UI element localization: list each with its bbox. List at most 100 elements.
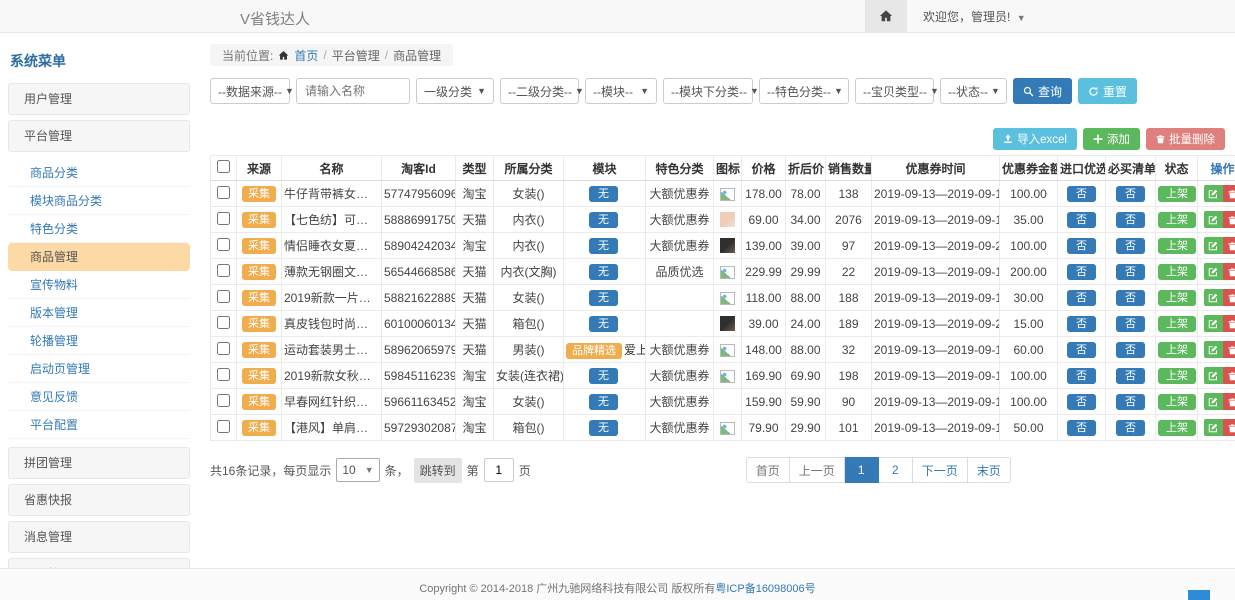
module-badge[interactable]: 无	[589, 290, 618, 306]
status-select[interactable]: --状态--▼	[940, 78, 1007, 104]
edit-button[interactable]	[1204, 263, 1223, 280]
sidebar-item-user-mgmt[interactable]: 用户管理	[8, 83, 190, 115]
module-badge[interactable]: 无	[589, 420, 618, 436]
breadcrumb-home-link[interactable]: 首页	[294, 47, 318, 64]
select-all-checkbox[interactable]	[217, 160, 230, 173]
module-badge[interactable]: 无	[589, 394, 618, 410]
must-buy-toggle[interactable]: 否	[1116, 264, 1145, 280]
delete-button[interactable]	[1223, 185, 1235, 202]
must-buy-toggle[interactable]: 否	[1116, 212, 1145, 228]
row-checkbox[interactable]	[217, 264, 230, 277]
module-badge[interactable]: 无	[589, 368, 618, 384]
module-badge[interactable]: 无	[589, 264, 618, 280]
edit-button[interactable]	[1204, 315, 1223, 332]
must-buy-toggle[interactable]: 否	[1116, 420, 1145, 436]
edit-button[interactable]	[1204, 185, 1223, 202]
prev-page-button[interactable]: 上一页	[790, 457, 845, 483]
imported-toggle[interactable]: 否	[1067, 264, 1096, 280]
imported-toggle[interactable]: 否	[1067, 212, 1096, 228]
must-buy-toggle[interactable]: 否	[1116, 316, 1145, 332]
status-button[interactable]: 上架	[1158, 264, 1196, 280]
row-checkbox[interactable]	[217, 290, 230, 303]
edit-button[interactable]	[1204, 237, 1223, 254]
module-badge[interactable]: 无	[589, 238, 618, 254]
delete-button[interactable]	[1223, 393, 1235, 410]
row-checkbox[interactable]	[217, 368, 230, 381]
row-checkbox[interactable]	[217, 186, 230, 199]
status-button[interactable]: 上架	[1158, 368, 1196, 384]
sidebar-item-goods-category[interactable]: 商品分类	[8, 159, 190, 187]
must-buy-toggle[interactable]: 否	[1116, 342, 1145, 358]
sidebar-item-promo-material[interactable]: 宣传物料	[8, 271, 190, 299]
sidebar-item-goods-mgmt[interactable]: 商品管理	[8, 243, 190, 271]
jump-page-input[interactable]	[484, 458, 514, 482]
row-checkbox[interactable]	[217, 238, 230, 251]
imported-toggle[interactable]: 否	[1067, 238, 1096, 254]
delete-button[interactable]	[1223, 211, 1235, 228]
edit-button[interactable]	[1204, 367, 1223, 384]
add-button[interactable]: 添加	[1083, 128, 1140, 150]
status-button[interactable]: 上架	[1158, 394, 1196, 410]
module-sub-select[interactable]: --模块下分类--▼	[663, 78, 753, 104]
status-button[interactable]: 上架	[1158, 316, 1196, 332]
page-1-button[interactable]: 1	[845, 457, 879, 483]
edit-button[interactable]	[1204, 289, 1223, 306]
feature-category-select[interactable]: --特色分类--▼	[759, 78, 849, 104]
sidebar-item-groupon-mgmt[interactable]: 拼团管理	[8, 447, 190, 479]
imported-toggle[interactable]: 否	[1067, 342, 1096, 358]
edit-button[interactable]	[1204, 419, 1223, 436]
module-badge[interactable]: 无	[589, 212, 618, 228]
must-buy-toggle[interactable]: 否	[1116, 290, 1145, 306]
back-to-top-button[interactable]	[1188, 590, 1210, 600]
must-buy-toggle[interactable]: 否	[1116, 238, 1145, 254]
must-buy-toggle[interactable]: 否	[1116, 186, 1145, 202]
page-size-select[interactable]: 10 ▼	[336, 458, 379, 482]
home-button[interactable]	[865, 0, 907, 32]
module-badge[interactable]: 无	[589, 186, 618, 202]
delete-button[interactable]	[1223, 419, 1235, 436]
imported-toggle[interactable]: 否	[1067, 420, 1096, 436]
imported-toggle[interactable]: 否	[1067, 368, 1096, 384]
module-select[interactable]: --模块--▼	[585, 78, 657, 104]
icp-link[interactable]: 粤ICP备16098006号	[715, 583, 815, 595]
sidebar-item-carousel-mgmt[interactable]: 轮播管理	[8, 327, 190, 355]
edit-button[interactable]	[1204, 341, 1223, 358]
batch-delete-button[interactable]: 批量删除	[1146, 128, 1225, 150]
row-checkbox[interactable]	[217, 342, 230, 355]
status-button[interactable]: 上架	[1158, 212, 1196, 228]
sidebar-item-splash-mgmt[interactable]: 启动页管理	[8, 355, 190, 383]
level1-category-select[interactable]: 一级分类▼	[416, 78, 494, 104]
imported-toggle[interactable]: 否	[1067, 394, 1096, 410]
last-page-button[interactable]: 末页	[968, 457, 1011, 483]
status-button[interactable]: 上架	[1158, 290, 1196, 306]
edit-button[interactable]	[1204, 393, 1223, 410]
user-menu[interactable]: 欢迎您，管理员! ▼	[907, 8, 1042, 25]
imported-toggle[interactable]: 否	[1067, 290, 1096, 306]
sidebar-item-module-goods-category[interactable]: 模块商品分类	[8, 187, 190, 215]
search-button[interactable]: 查询	[1013, 78, 1072, 104]
sidebar-item-order-mgmt[interactable]: 订单管理	[8, 558, 190, 568]
reset-button[interactable]: 重置	[1078, 78, 1137, 104]
status-button[interactable]: 上架	[1158, 342, 1196, 358]
next-page-button[interactable]: 下一页	[913, 457, 968, 483]
status-button[interactable]: 上架	[1158, 238, 1196, 254]
data-source-select[interactable]: --数据来源--▼	[210, 78, 290, 104]
delete-button[interactable]	[1223, 289, 1235, 306]
row-checkbox[interactable]	[217, 394, 230, 407]
row-checkbox[interactable]	[217, 316, 230, 329]
must-buy-toggle[interactable]: 否	[1116, 394, 1145, 410]
jump-button[interactable]: 跳转到	[414, 458, 462, 483]
page-2-button[interactable]: 2	[879, 457, 913, 483]
level2-category-select[interactable]: --二级分类--▼	[500, 78, 579, 104]
sidebar-item-platform-config[interactable]: 平台配置	[8, 411, 190, 439]
sidebar-item-feature-category[interactable]: 特色分类	[8, 215, 190, 243]
delete-button[interactable]	[1223, 263, 1235, 280]
imported-toggle[interactable]: 否	[1067, 316, 1096, 332]
sidebar-item-saving-news[interactable]: 省惠快报	[8, 484, 190, 516]
status-button[interactable]: 上架	[1158, 186, 1196, 202]
delete-button[interactable]	[1223, 315, 1235, 332]
sidebar-item-version-mgmt[interactable]: 版本管理	[8, 299, 190, 327]
row-checkbox[interactable]	[217, 420, 230, 433]
edit-button[interactable]	[1204, 211, 1223, 228]
module-badge[interactable]: 无	[589, 316, 618, 332]
